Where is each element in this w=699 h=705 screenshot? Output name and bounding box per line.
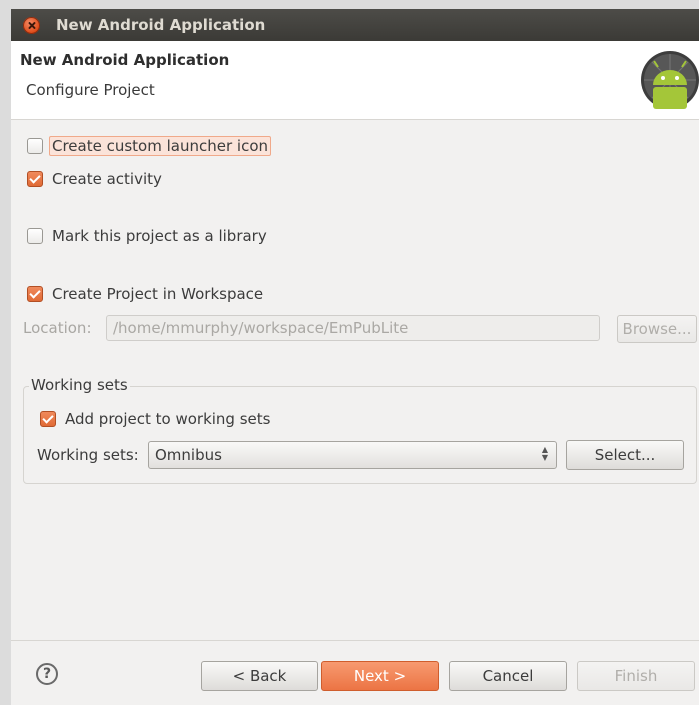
working-sets-label: Working sets: [37, 446, 139, 464]
dialog-window: New Android Application New Android Appl… [11, 9, 699, 705]
wizard-header: New Android Application Configure Projec… [11, 41, 699, 120]
custom-launcher-icon-option[interactable]: Create custom launcher icon [27, 135, 272, 157]
working-sets-selected: Omnibus [155, 446, 222, 464]
add-to-working-sets-label[interactable]: Add project to working sets [65, 410, 270, 428]
browse-button[interactable]: Browse... [617, 315, 697, 343]
create-activity-checkbox[interactable] [27, 171, 43, 187]
finish-button[interactable]: Finish [577, 661, 695, 691]
add-to-working-sets-checkbox[interactable] [40, 411, 56, 427]
working-sets-group-title: Working sets [29, 376, 130, 394]
create-in-workspace-checkbox[interactable] [27, 286, 43, 302]
page-subtitle: Configure Project [26, 81, 155, 99]
cancel-button[interactable]: Cancel [449, 661, 567, 691]
help-icon[interactable]: ? [36, 663, 58, 685]
mark-library-option[interactable]: Mark this project as a library [27, 225, 267, 247]
page-title: New Android Application [20, 51, 230, 69]
add-to-working-sets-option[interactable]: Add project to working sets [40, 408, 270, 430]
create-in-workspace-option[interactable]: Create Project in Workspace [27, 283, 263, 305]
custom-launcher-icon-checkbox[interactable] [27, 138, 43, 154]
mark-library-label[interactable]: Mark this project as a library [52, 227, 267, 245]
next-button[interactable]: Next > [321, 661, 439, 691]
location-input[interactable]: /home/mmurphy/workspace/EmPubLite [106, 315, 600, 341]
create-activity-option[interactable]: Create activity [27, 168, 162, 190]
custom-launcher-icon-label[interactable]: Create custom launcher icon [49, 136, 272, 156]
chevron-updown-icon: ▲ ▼ [541, 445, 549, 462]
android-logo-icon [641, 51, 699, 109]
title-bar[interactable]: New Android Application [11, 9, 699, 41]
mark-library-checkbox[interactable] [27, 228, 43, 244]
working-sets-combo[interactable]: Omnibus ▲ ▼ [148, 441, 557, 469]
close-icon[interactable] [23, 17, 40, 34]
back-button[interactable]: < Back [201, 661, 318, 691]
window-title: New Android Application [56, 16, 266, 34]
create-in-workspace-label[interactable]: Create Project in Workspace [52, 285, 263, 303]
select-button[interactable]: Select... [566, 440, 684, 470]
location-label: Location: [23, 319, 92, 337]
footer-divider [11, 640, 699, 641]
create-activity-label[interactable]: Create activity [52, 170, 162, 188]
